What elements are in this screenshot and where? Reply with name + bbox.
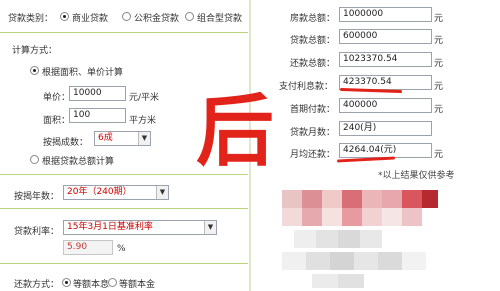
chevron-down-icon: ▼: [204, 221, 216, 234]
months-label: 贷款月数：: [290, 128, 336, 138]
method-by-area-radio[interactable]: [30, 66, 39, 75]
area-label: 面积：: [43, 116, 71, 126]
house-total-field[interactable]: 1000000: [339, 7, 432, 22]
ratio-label: 按揭成数：: [43, 138, 89, 148]
loan-type-combined-label: 组合型贷款: [197, 14, 243, 24]
overlay-annotation-character: 后: [196, 87, 275, 177]
repay-total-unit: 元: [434, 59, 444, 69]
area-unit: 平方米: [129, 116, 157, 126]
repay-equal-installment-label: 等额本息: [73, 280, 110, 290]
down-payment-unit: 元: [434, 105, 444, 115]
section-divider: [0, 208, 248, 209]
repay-equal-principal-radio[interactable]: [108, 278, 117, 287]
interest-label: 支付利息款：: [279, 82, 334, 92]
ratio-select-value: 6成: [98, 133, 113, 143]
down-payment-field[interactable]: 400000: [339, 98, 432, 113]
loan-type-provident-label: 公积金贷款: [134, 14, 180, 24]
loan-total-unit: 元: [434, 36, 444, 46]
chevron-down-icon: ▼: [138, 132, 150, 145]
loan-result-panel: 房款总额： 1000000 元 贷款总额： 600000 元 还款总额： 102…: [252, 0, 500, 291]
section-divider: [0, 263, 248, 264]
result-note: *以上结果仅供参考: [378, 171, 455, 181]
method-by-area-label: 根据面积、单价计算: [42, 68, 124, 78]
calc-method-label: 计算方式：: [12, 46, 58, 56]
loan-type-label: 贷款类别：: [8, 14, 54, 24]
rate-select-value: 15年3月1日基准利率: [67, 222, 153, 232]
repay-equal-principal-label: 等额本金: [119, 280, 156, 290]
loan-type-commercial-label: 商业贷款: [72, 14, 109, 24]
pixelated-ad-image: [282, 190, 442, 290]
repay-total-label: 还款总额：: [290, 59, 336, 69]
loan-type-combined-radio[interactable]: [185, 12, 194, 21]
years-select-value: 20年（240期）: [67, 187, 132, 197]
down-payment-label: 首期付款：: [290, 105, 336, 115]
months-field[interactable]: 240(月): [339, 121, 432, 136]
house-total-unit: 元: [434, 14, 444, 24]
ratio-select[interactable]: 6成 ▼: [94, 131, 151, 146]
interest-unit: 元: [434, 82, 444, 92]
loan-type-provident-radio[interactable]: [122, 12, 131, 21]
rate-input[interactable]: 5.90: [63, 240, 113, 255]
years-select[interactable]: 20年（240期） ▼: [63, 185, 169, 200]
years-label: 按揭年数：: [14, 192, 60, 202]
loan-type-commercial-radio[interactable]: [60, 12, 69, 21]
chevron-down-icon: ▼: [156, 186, 168, 199]
loan-total-field[interactable]: 600000: [339, 29, 432, 44]
rate-select[interactable]: 15年3月1日基准利率 ▼: [63, 220, 217, 235]
unit-price-label: 单价：: [43, 93, 71, 103]
house-total-label: 房款总额：: [290, 14, 336, 24]
unit-price-unit: 元/平米: [129, 93, 160, 103]
repay-total-field[interactable]: 1023370.54: [339, 52, 432, 67]
unit-price-input[interactable]: 10000: [69, 86, 126, 101]
method-by-total-label: 根据贷款总额计算: [42, 157, 115, 167]
method-by-total-radio[interactable]: [30, 155, 39, 164]
monthly-field[interactable]: 4264.04(元): [339, 143, 432, 158]
area-input[interactable]: 100: [69, 108, 126, 123]
rate-unit: %: [117, 244, 126, 254]
repay-method-label: 还款方式：: [14, 280, 60, 290]
section-divider: [0, 32, 248, 33]
rate-label: 贷款利率：: [14, 227, 60, 237]
monthly-unit: 元: [434, 150, 444, 160]
monthly-label: 月均还款：: [290, 150, 336, 160]
loan-total-label: 贷款总额：: [290, 36, 336, 46]
repay-equal-installment-radio[interactable]: [62, 278, 71, 287]
